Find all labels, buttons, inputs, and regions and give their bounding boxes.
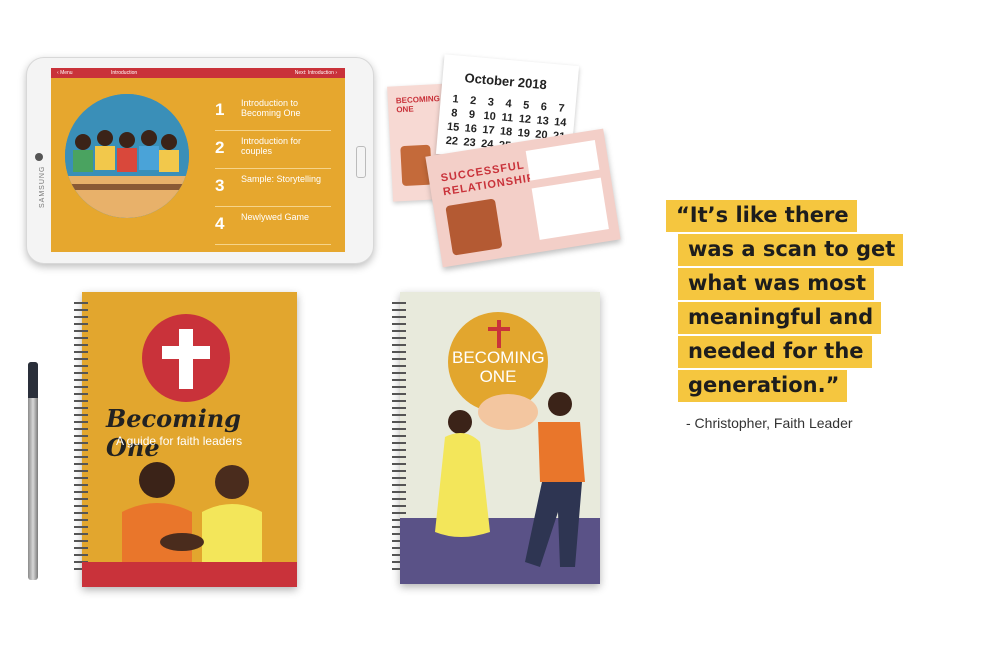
calendar-day: 5 <box>522 99 530 112</box>
menu-item-number: 1 <box>215 100 225 119</box>
menu-item-label: Introduction for couples <box>241 136 302 156</box>
couple-photo <box>445 198 503 256</box>
quote-line: generation.” <box>678 370 848 402</box>
device-brand: SAMSUNG <box>39 165 46 208</box>
calendar-day: 19 <box>517 126 531 141</box>
calendar-day: 3 <box>487 96 495 109</box>
quote-line: “It’s like there <box>666 200 857 232</box>
calendar-day: 11 <box>500 111 514 125</box>
calendar-day: 8 <box>450 107 458 120</box>
participant-book: BECOMING ONE <box>392 292 600 584</box>
calendar-day: 17 <box>481 123 496 137</box>
cross-icon-bar <box>162 346 210 359</box>
home-button[interactable] <box>356 146 366 178</box>
next-button[interactable]: Next: Introduction › <box>295 68 337 78</box>
menu-item-label: Sample: Storytelling <box>241 174 322 184</box>
calendar-day: 6 <box>540 100 548 114</box>
menu-item-label: Introduction to Becoming One <box>241 98 301 118</box>
tablet-device: SAMSUNG ‹ Menu Introduction Next: Introd… <box>26 57 374 264</box>
calendar-day: 14 <box>553 116 567 130</box>
menu-label: Menu <box>60 70 73 76</box>
quote-line: what was most <box>678 268 875 300</box>
screen-title: Introduction <box>111 70 138 76</box>
calendar-day: 13 <box>535 114 550 128</box>
menu-item-number: 4 <box>215 214 225 233</box>
group-illustration <box>65 94 189 218</box>
menu-item-1[interactable]: 1 Introduction to Becoming One <box>215 94 331 131</box>
calendar-day: 9 <box>468 108 476 122</box>
calendar-day: 1 <box>451 93 460 106</box>
calendar-day: 15 <box>446 120 460 134</box>
pen-cap <box>28 362 38 398</box>
calendar-day: 16 <box>464 122 478 136</box>
comic-strip <box>525 140 600 181</box>
quote-line: was a scan to get <box>678 234 904 266</box>
calendar-day: 22 <box>445 134 459 148</box>
group-illustration-art <box>65 94 189 218</box>
app-topbar: ‹ Menu Introduction Next: Introduction › <box>51 68 345 78</box>
couple-illustration <box>82 452 297 587</box>
menu-button[interactable]: ‹ Menu <box>57 68 73 78</box>
cross-emblem <box>142 314 230 402</box>
menu-item-number: 2 <box>215 138 225 157</box>
menu-item-2[interactable]: 2 Introduction for couples <box>215 132 331 169</box>
notes-box <box>531 177 609 240</box>
menu-item-label: Newlywed Game <box>241 212 310 222</box>
side-card-title: BECOMING ONE <box>395 94 441 115</box>
book-title: BECOMING ONE <box>452 348 545 386</box>
quote-line: meaningful and <box>678 302 882 334</box>
menu-item-4[interactable]: 4 Newlywed Game <box>215 208 331 245</box>
calendar-month: October 2018 <box>464 70 548 93</box>
tablet-screen: ‹ Menu Introduction Next: Introduction ›… <box>51 68 345 252</box>
quote-line: needed for the <box>678 336 872 368</box>
calendar-day: 18 <box>499 125 513 139</box>
menu-item-number: 3 <box>215 176 225 195</box>
book-subtitle: A guide for faith leaders <box>116 434 243 448</box>
guide-book: Becoming One A guide for faith leaders <box>74 292 297 587</box>
calendar-day: 12 <box>518 113 532 127</box>
quote-attribution: - Christopher, Faith Leader <box>686 415 853 431</box>
dancing-couple-illustration <box>435 392 585 567</box>
calendar-day: 2 <box>469 94 477 108</box>
next-label: Next: Introduction <box>294 70 334 76</box>
calendar-day: 7 <box>557 102 566 115</box>
cross-icon-bar <box>488 327 510 331</box>
calendar-day: 4 <box>504 97 513 111</box>
testimonial-quote: “It’s like there was a scan to get what … <box>666 200 966 404</box>
calendar-day: 10 <box>483 109 497 123</box>
calendar-day: 23 <box>462 136 477 150</box>
menu-item-3[interactable]: 3 Sample: Storytelling <box>215 170 331 207</box>
cross-icon <box>179 329 193 389</box>
couple-illustration-art <box>82 462 297 587</box>
cross-icon <box>497 320 501 348</box>
